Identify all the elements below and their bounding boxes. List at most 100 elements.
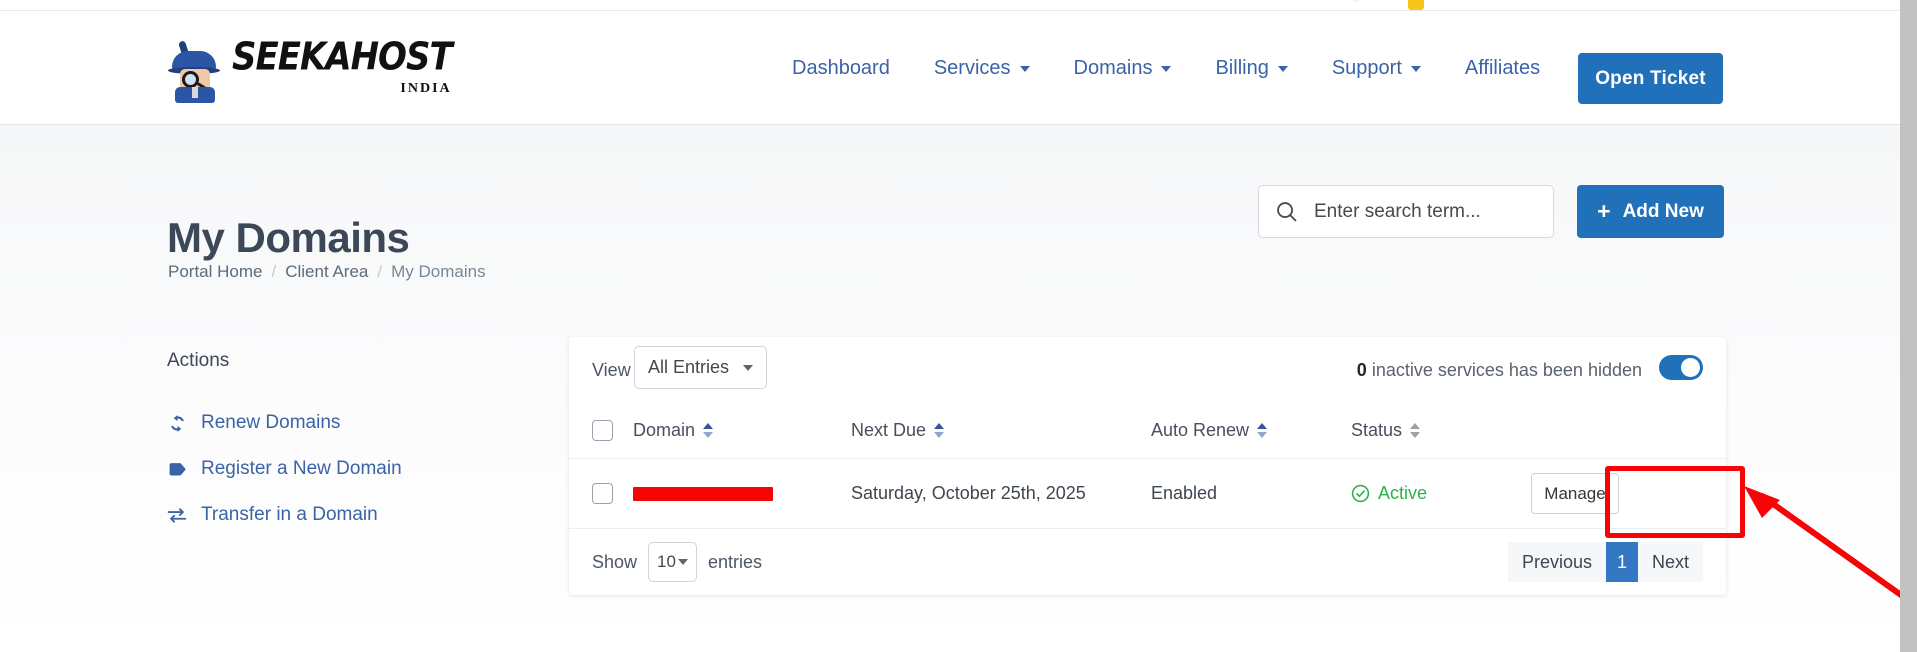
search-box[interactable] (1258, 185, 1554, 238)
sort-icon[interactable] (934, 423, 945, 438)
domains-table-card: View All Entries 0 inactive services has… (569, 337, 1726, 595)
pagination: Previous 1 Next (1507, 542, 1703, 582)
breadcrumb: Portal Home / Client Area / My Domains (168, 262, 486, 282)
sync-icon (167, 414, 187, 433)
search-icon (1277, 202, 1297, 222)
nav-label: Affiliates (1464, 57, 1541, 79)
nav-item-services[interactable]: Services (912, 57, 1052, 80)
show-label: Show (592, 551, 638, 572)
browser-top-sliver (0, 0, 1900, 11)
page-length-group: Show 10 entries (592, 542, 762, 582)
table-header-row: Domain Next Due Auto Renew Status (569, 403, 1726, 459)
column-header-next-due[interactable]: Next Due (851, 420, 1151, 441)
plus-icon: + (1597, 198, 1611, 224)
sort-icon[interactable] (1410, 423, 1421, 438)
pagination-next[interactable]: Next (1637, 542, 1703, 582)
search-input[interactable] (1312, 199, 1527, 224)
cell-actions: Manage (1531, 473, 1703, 514)
chevron-down-icon (678, 559, 689, 565)
nav-item-domains[interactable]: Domains (1052, 57, 1194, 80)
pagination-page-1[interactable]: 1 (1605, 542, 1638, 582)
check-circle-icon (1351, 484, 1370, 503)
view-filter-value: All Entries (648, 357, 730, 377)
primary-navigation: Dashboard Services Domains Billing Suppo… (770, 57, 1562, 80)
chevron-down-icon (1410, 65, 1421, 72)
page-length-select[interactable]: 10 (648, 542, 698, 582)
select-all-checkbox[interactable] (592, 420, 613, 441)
column-header-auto-renew[interactable]: Auto Renew (1151, 420, 1351, 441)
add-new-button[interactable]: + Add New (1577, 185, 1724, 238)
cell-status: Active (1351, 483, 1531, 504)
breadcrumb-separator: / (271, 262, 277, 281)
pagination-previous[interactable]: Previous (1507, 542, 1606, 582)
table-row: Saturday, October 25th, 2025 Enabled Act… (569, 459, 1726, 529)
cell-auto-renew: Enabled (1151, 483, 1351, 504)
nav-label: Dashboard (792, 57, 890, 79)
sidebar-item-label: Transfer in a Domain (201, 504, 378, 525)
view-label: View (592, 360, 631, 380)
open-ticket-button[interactable]: Open Ticket (1578, 53, 1723, 104)
column-label: Auto Renew (1151, 420, 1250, 440)
hidden-services-note: 0 inactive services has been hidden (1357, 360, 1642, 381)
column-header-domain[interactable]: Domain (613, 420, 851, 441)
table-footer: Show 10 entries Previous 1 Next (569, 529, 1726, 595)
sidebar-item-label: Register a New Domain (201, 458, 402, 479)
actions-heading: Actions (167, 350, 230, 371)
chevron-down-icon (1277, 65, 1288, 72)
page-length-value: 10 (657, 552, 676, 571)
card-toolbar: View All Entries 0 inactive services has… (569, 337, 1726, 403)
hide-inactive-toggle[interactable] (1659, 355, 1703, 380)
breadcrumb-separator: / (377, 262, 383, 281)
hidden-services-text: inactive services has been hidden (1371, 360, 1642, 380)
app-root: SEEKAHOST INDIA Dashboard Services Domai… (0, 0, 1917, 652)
column-label: Status (1351, 420, 1403, 440)
nav-label: Billing (1215, 57, 1269, 79)
nav-item-dashboard[interactable]: Dashboard (770, 57, 912, 80)
status-badge: Active (1378, 483, 1428, 503)
add-new-label: Add New (1622, 200, 1704, 222)
redacted-domain-name (633, 486, 773, 501)
auto-renew-value: Enabled (1151, 483, 1218, 503)
sidebar-item-register-new-domain[interactable]: Register a New Domain (167, 446, 467, 492)
tag-icon (167, 462, 187, 477)
nav-label: Domains (1073, 57, 1153, 79)
logo-wordmark: SEEKAHOST (232, 34, 453, 80)
chevron-down-icon (1019, 65, 1030, 72)
toggle-knob (1681, 358, 1700, 377)
breadcrumb-client-area[interactable]: Client Area (285, 262, 368, 282)
nav-item-billing[interactable]: Billing (1193, 57, 1309, 80)
logo-subtext: INDIA (400, 81, 452, 96)
site-logo[interactable]: SEEKAHOST INDIA (166, 34, 453, 103)
column-header-status[interactable]: Status (1351, 420, 1531, 441)
sort-icon[interactable] (1257, 423, 1268, 438)
nav-item-support[interactable]: Support (1310, 57, 1443, 80)
hidden-services-count: 0 (1356, 360, 1367, 380)
breadcrumb-current: My Domains (391, 262, 486, 281)
sliver-warning-icon (1408, 0, 1424, 10)
page-title: My Domains (167, 214, 410, 262)
entries-label: entries (708, 551, 763, 572)
sliver-icon-left (1352, 0, 1361, 2)
sidebar-item-label: Renew Domains (201, 412, 341, 433)
sort-icon[interactable] (703, 423, 714, 438)
detective-mascot-icon (166, 39, 224, 103)
sidebar-item-renew-domains[interactable]: Renew Domains (167, 400, 467, 446)
actions-list: Renew Domains Register a New Domain Tran… (167, 400, 467, 538)
manage-button[interactable]: Manage (1531, 473, 1619, 514)
view-filter-select[interactable]: All Entries (634, 346, 767, 389)
chevron-down-icon (1161, 65, 1172, 72)
site-header: SEEKAHOST INDIA Dashboard Services Domai… (0, 11, 1900, 124)
nav-label: Services (933, 57, 1011, 79)
nav-item-affiliates[interactable]: Affiliates (1443, 57, 1562, 80)
next-due-value: Saturday, October 25th, 2025 (851, 483, 1086, 503)
cell-domain (613, 486, 851, 501)
vertical-scrollbar[interactable] (1900, 0, 1917, 652)
column-label: Domain (633, 420, 696, 440)
domains-table: Domain Next Due Auto Renew Status Saturd… (569, 403, 1726, 529)
row-checkbox[interactable] (592, 483, 613, 504)
column-label: Next Due (851, 420, 927, 440)
breadcrumb-portal-home[interactable]: Portal Home (168, 262, 262, 282)
sidebar-item-transfer-in-domain[interactable]: Transfer in a Domain (167, 492, 467, 538)
exchange-arrows-icon (167, 506, 187, 524)
cell-next-due: Saturday, October 25th, 2025 (851, 483, 1151, 504)
